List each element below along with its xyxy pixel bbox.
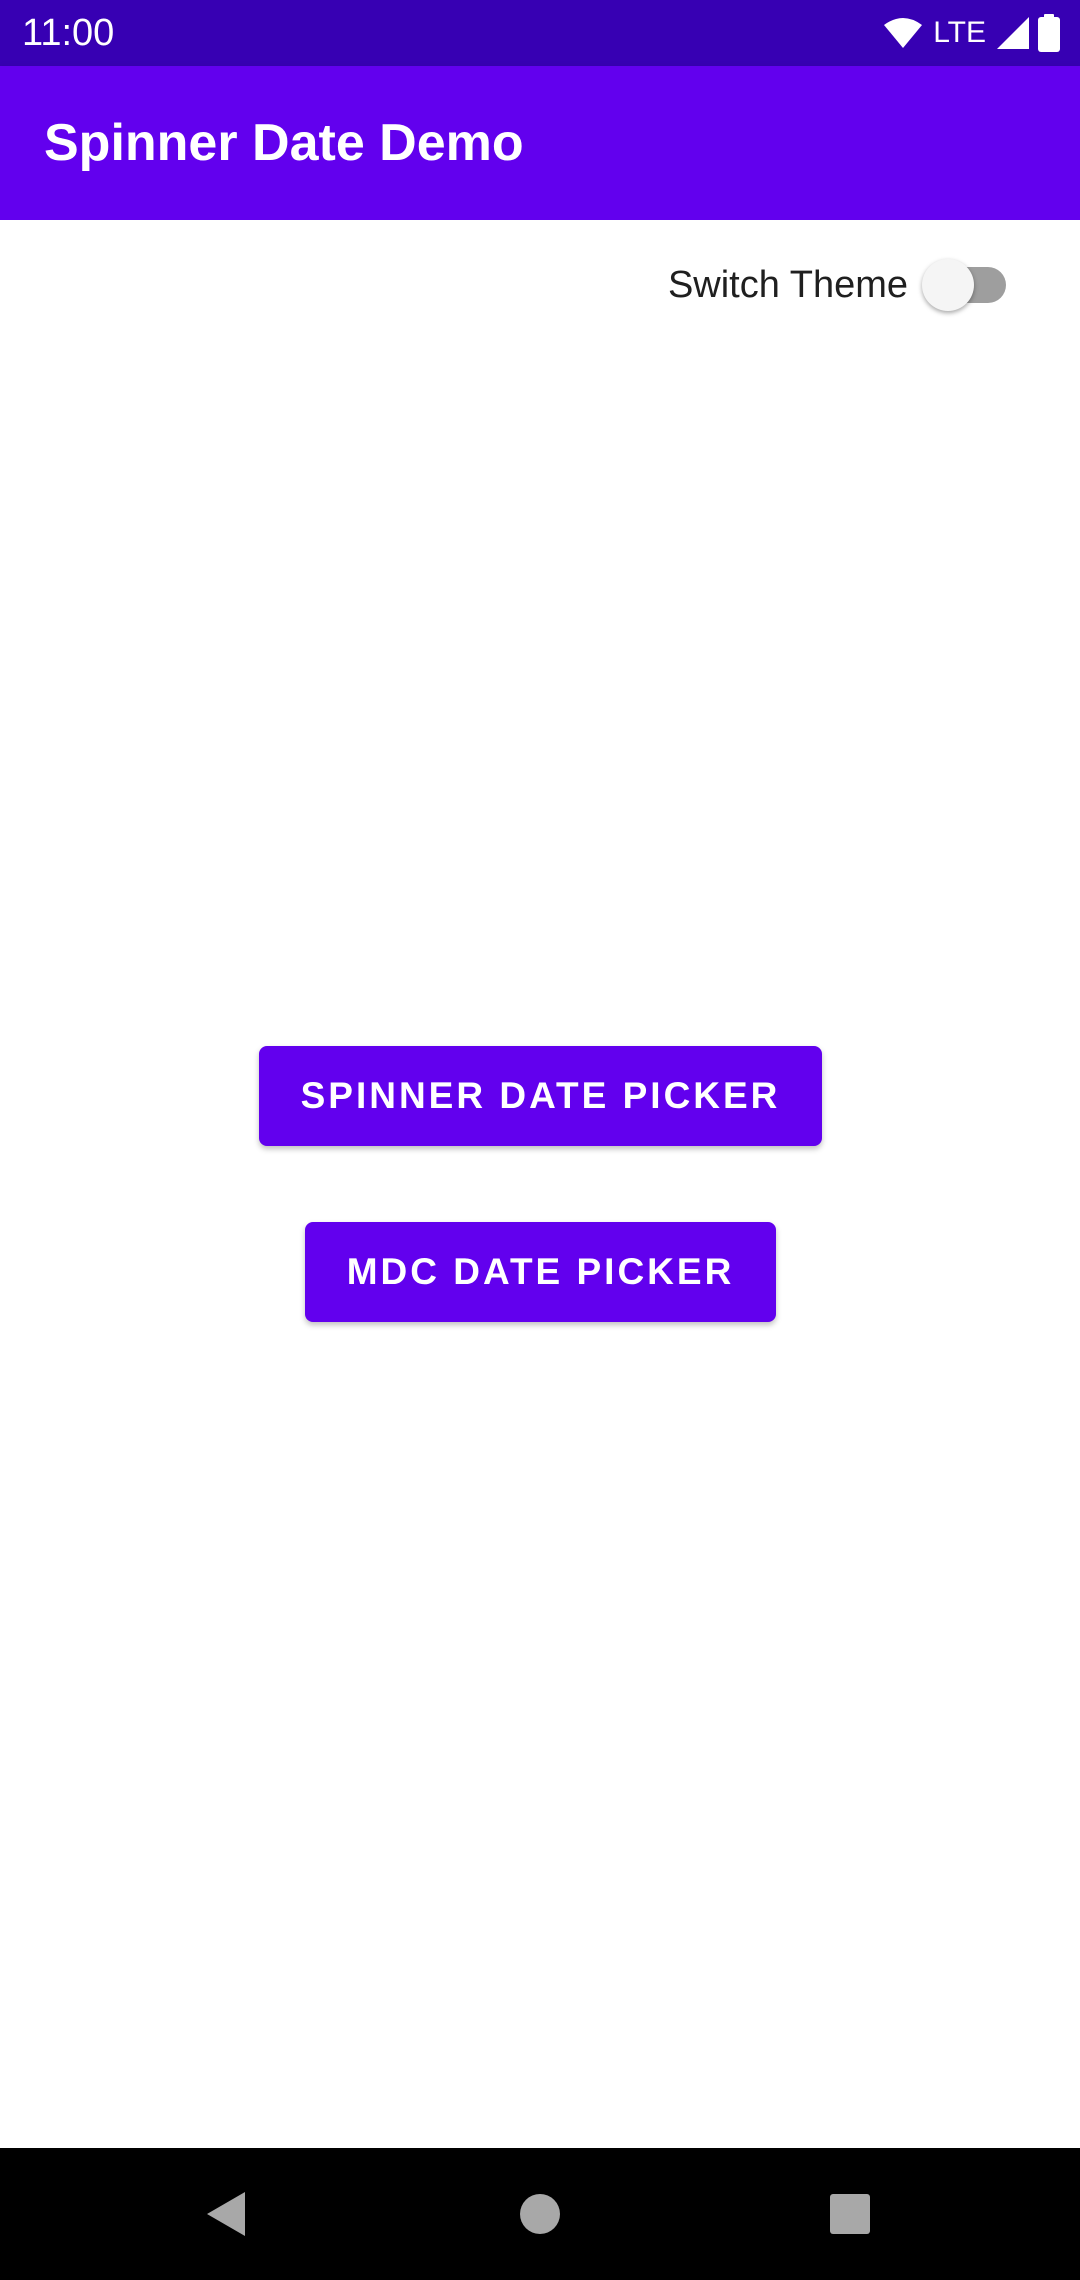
status-time: 11:00 (22, 12, 115, 54)
mdc-date-picker-button[interactable]: MDC DATE PICKER (305, 1222, 776, 1322)
status-icons: LTE (883, 0, 1060, 66)
battery-icon (1038, 14, 1060, 52)
recents-icon (830, 2194, 870, 2234)
cell-signal-icon (997, 17, 1029, 49)
main-content: Switch Theme SPINNER DATE PICKER MDC DAT… (0, 220, 1080, 2148)
theme-switch-row: Switch Theme (668, 250, 1006, 320)
switch-thumb (922, 259, 974, 311)
spinner-date-picker-button[interactable]: SPINNER DATE PICKER (259, 1046, 822, 1146)
app-bar: Spinner Date Demo (0, 66, 1080, 220)
home-button[interactable] (475, 2148, 605, 2280)
theme-switch-label: Switch Theme (667, 263, 908, 306)
navigation-bar (0, 2148, 1080, 2280)
back-icon (207, 2192, 245, 2236)
recents-button[interactable] (785, 2148, 915, 2280)
wifi-icon (884, 18, 923, 48)
theme-switch[interactable] (922, 257, 1006, 313)
network-type-label: LTE (933, 16, 986, 49)
back-button[interactable] (160, 2148, 290, 2280)
home-icon (520, 2194, 560, 2234)
status-bar: 11:00 LTE (0, 0, 1080, 66)
app-title: Spinner Date Demo (44, 114, 524, 172)
